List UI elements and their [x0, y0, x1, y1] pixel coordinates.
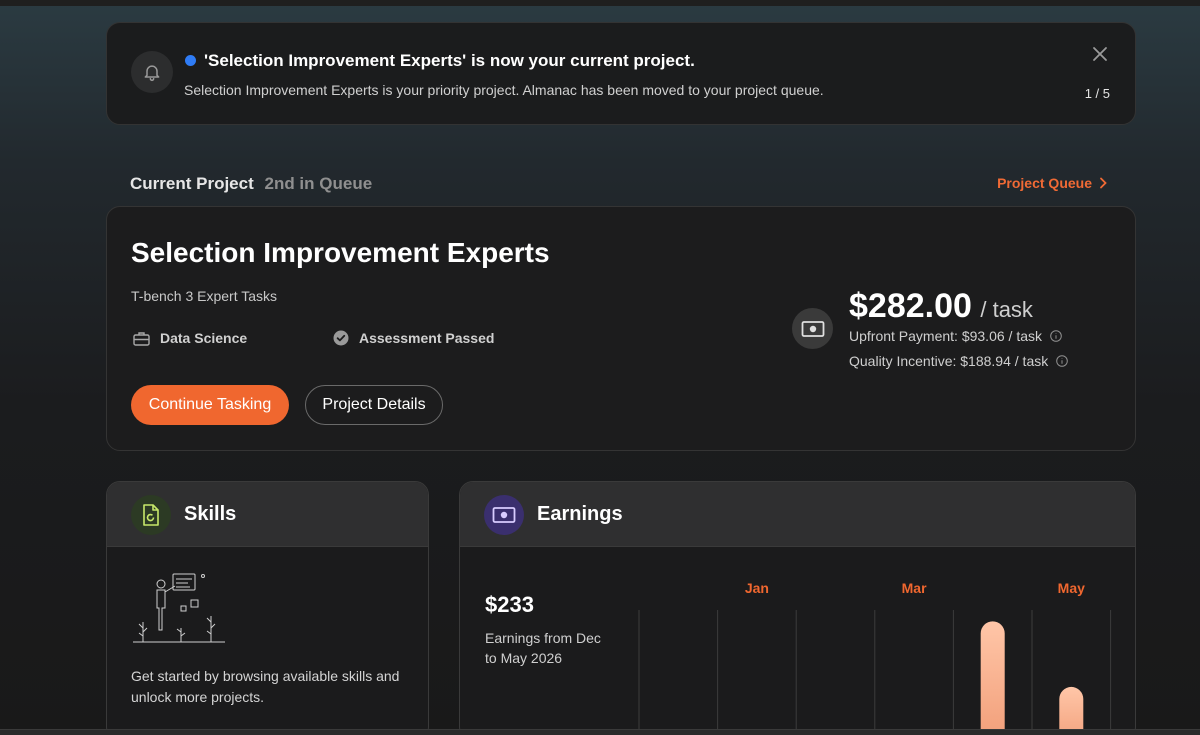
quality-incentive-row: Quality Incentive: $188.94 / task	[849, 353, 1069, 369]
price-unit: / task	[980, 297, 1033, 322]
price-amount: $282.00	[849, 287, 972, 325]
notification-message: Selection Improvement Experts is your pr…	[184, 82, 824, 98]
chart-bar-may[interactable]	[1059, 686, 1084, 735]
project-queue-label: Project Queue	[997, 175, 1092, 191]
skills-illustration	[133, 573, 225, 643]
queue-position: 2nd in Queue	[264, 174, 373, 193]
notification-banner: 'Selection Improvement Experts' is now y…	[106, 22, 1136, 125]
earnings-card: Earnings $233 Earnings from Dec to May 2…	[459, 481, 1136, 735]
skills-card: Skills Get started by browsing available…	[106, 481, 429, 735]
continue-tasking-button[interactable]: Continue Tasking	[131, 385, 289, 425]
money-icon	[792, 308, 833, 349]
chart-tick-label-mar: Mar	[902, 580, 927, 596]
info-icon[interactable]	[1056, 355, 1069, 367]
category-label: Data Science	[160, 330, 248, 346]
chart-tick-label-jan: Jan	[745, 580, 769, 596]
earnings-chart: Jan Mar May	[638, 580, 1112, 735]
project-name: Selection Improvement Experts	[131, 237, 550, 268]
current-project-label: Current Project	[130, 174, 254, 193]
notification-pager: 1 / 5	[1084, 86, 1110, 101]
unread-dot	[185, 55, 196, 66]
current-project-card: Selection Improvement Experts T-bench 3 …	[106, 206, 1136, 451]
skills-description: Get started by browsing available skills…	[131, 668, 400, 705]
upfront-payment-row: Upfront Payment: $93.06 / task	[849, 328, 1062, 344]
project-subtitle: T-bench 3 Expert Tasks	[131, 288, 278, 304]
window-top-bar	[0, 0, 1200, 6]
project-queue-link[interactable]: Project Queue	[997, 175, 1108, 191]
bell-icon	[131, 51, 173, 93]
chart-bar-apr[interactable]	[980, 621, 1005, 735]
window-bottom-bar	[0, 729, 1200, 735]
close-icon[interactable]	[1091, 45, 1109, 63]
assessment-tag: Assessment Passed	[333, 330, 494, 346]
current-project-heading: Current Project 2nd in Queue	[130, 174, 372, 194]
project-details-button[interactable]: Project Details	[305, 385, 443, 425]
quality-incentive: Quality Incentive: $188.94 / task	[849, 353, 1049, 369]
category-tag: Data Science	[133, 330, 247, 346]
upfront-payment: Upfront Payment: $93.06 / task	[849, 328, 1042, 344]
skill-document-icon	[131, 495, 171, 535]
check-circle-icon	[333, 330, 349, 346]
skills-header: Skills	[107, 482, 428, 547]
briefcase-icon	[133, 331, 150, 346]
price-per-task: $282.00 / task	[849, 287, 1033, 326]
assessment-label: Assessment Passed	[359, 330, 495, 346]
notification-title: 'Selection Improvement Experts' is now y…	[204, 51, 695, 70]
chart-tick-label-may: May	[1058, 580, 1085, 596]
skills-title: Skills	[184, 503, 237, 525]
chevron-right-icon	[1100, 177, 1107, 189]
info-icon[interactable]	[1050, 330, 1062, 342]
